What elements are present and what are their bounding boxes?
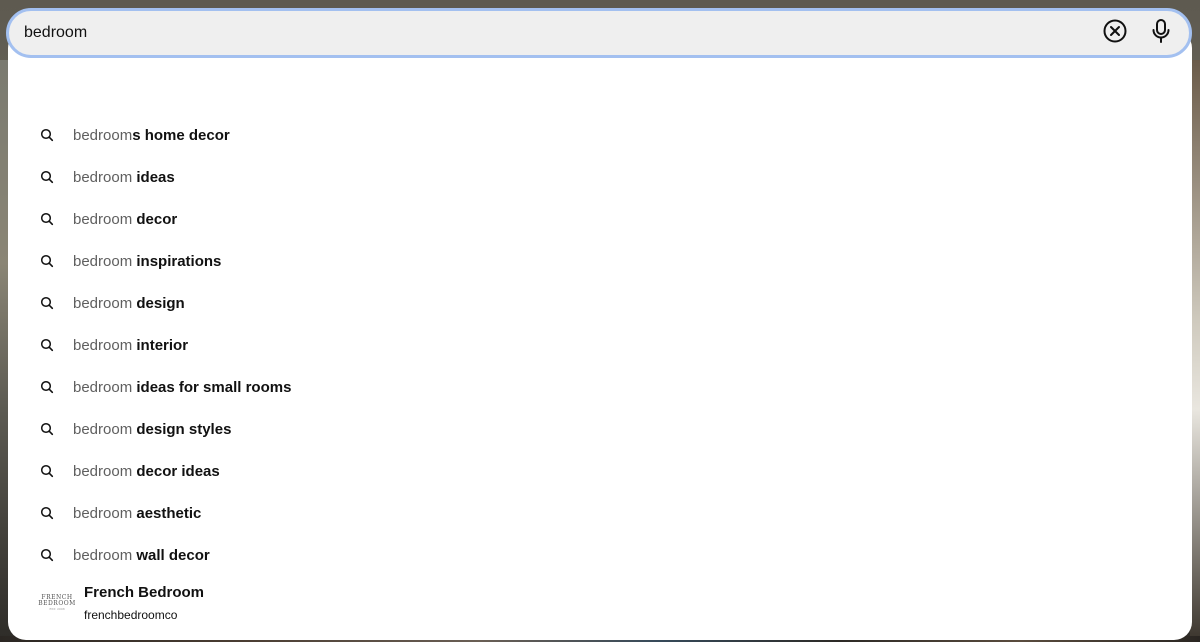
suggestion-completion: design styles [132,420,232,438]
suggestion-completion: ideas for small rooms [132,378,292,396]
suggestion-text: bedroom inspirations [73,253,221,270]
suggestion-completion: inspirations [132,252,222,270]
suggestion-item[interactable]: bedroom ideas for small rooms [8,366,1192,408]
search-icon [40,464,54,478]
suggestion-text: bedroom ideas [73,169,175,186]
suggestion-item[interactable]: bedroom interior [8,324,1192,366]
suggestion-typed-part: bedroom [73,462,133,480]
search-input[interactable] [9,11,1093,55]
suggestion-completion: ideas [132,168,175,186]
circle-x-icon [1102,18,1128,49]
search-icon [40,296,54,310]
suggestion-item[interactable]: bedroom ideas [8,156,1192,198]
suggestion-typed-part: bedroom [73,294,133,312]
search-icon [40,380,54,394]
search-suggestions-dropdown: bedrooms home decor bedroom ideas bedroo… [8,30,1192,640]
search-icon [40,338,54,352]
suggestion-typed-part: bedroom [73,420,133,438]
suggestion-text: bedroom ideas for small rooms [73,379,291,396]
suggestion-typed-part: bedroom [73,252,133,270]
profile-name: French Bedroom [84,583,205,601]
suggestion-text: bedroom wall decor [73,547,210,564]
suggestion-list: bedrooms home decor bedroom ideas bedroo… [8,114,1192,576]
search-bar [6,8,1192,58]
suggestion-completion: s home decor [132,126,230,144]
suggestion-typed-part: bedroom [73,378,133,396]
suggestion-text: bedroom design [73,295,185,312]
profile-handle: frenchbedroomco [84,607,178,622]
suggestion-text: bedroom decor [73,211,177,228]
microphone-icon [1149,18,1173,49]
suggestion-completion: interior [132,336,189,354]
search-icon [40,212,54,226]
suggestion-typed-part: bedroom [73,168,133,186]
suggestion-item[interactable]: bedroom aesthetic [8,492,1192,534]
search-icon [40,254,54,268]
suggestion-text: bedroom decor ideas [73,463,220,480]
search-icon [40,422,54,436]
voice-search-button[interactable] [1139,11,1183,55]
suggestion-item[interactable]: bedroom decor ideas [8,450,1192,492]
suggestion-item[interactable]: bedrooms home decor [8,114,1192,156]
suggestion-completion: aesthetic [132,504,202,522]
suggestion-text: bedrooms home decor [73,127,230,144]
search-icon [40,128,54,142]
suggestion-text: bedroom interior [73,337,188,354]
profile-text: French Bedroom frenchbedroomco [84,583,204,624]
suggestion-typed-part: bedroom [73,504,133,522]
suggestion-completion: decor [132,210,178,228]
suggestion-completion: decor ideas [132,462,220,480]
avatar-logo-tagline: EST. 2008 [49,606,65,611]
suggestion-completion: wall decor [132,546,210,564]
search-icon [40,548,54,562]
suggestion-item[interactable]: bedroom design [8,282,1192,324]
profile-suggestion[interactable]: FRENCH BEDROOM EST. 2008 French Bedroom … [8,578,1192,628]
suggestion-typed-part: bedroom [73,546,133,564]
search-icon [40,170,54,184]
suggestion-item[interactable]: bedroom design styles [8,408,1192,450]
suggestion-item[interactable]: bedroom inspirations [8,240,1192,282]
search-icon [40,506,54,520]
suggestion-item[interactable]: bedroom decor [8,198,1192,240]
suggestion-completion: design [132,294,185,312]
suggestion-text: bedroom design styles [73,421,231,438]
clear-search-button[interactable] [1093,11,1137,55]
suggestion-typed-part: bedroom [73,126,133,144]
suggestion-text: bedroom aesthetic [73,505,201,522]
suggestion-typed-part: bedroom [73,336,133,354]
suggestion-item[interactable]: bedroom wall decor [8,534,1192,576]
suggestion-typed-part: bedroom [73,210,133,228]
avatar: FRENCH BEDROOM EST. 2008 [38,586,75,620]
